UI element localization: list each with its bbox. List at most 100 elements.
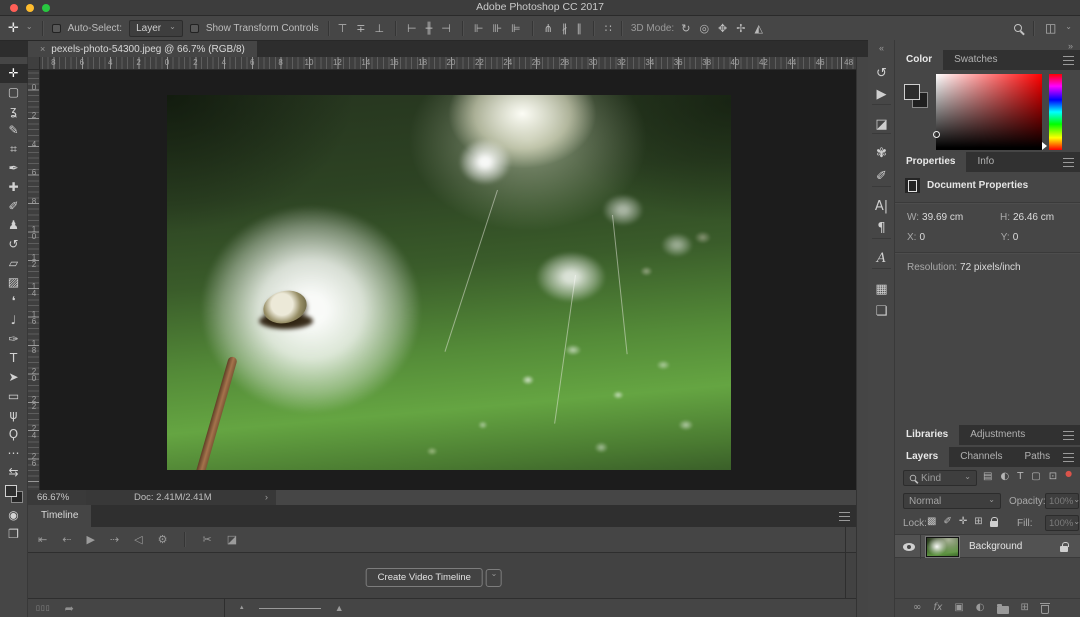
path-select-tool[interactable]: ➤ (0, 368, 28, 387)
prev-frame-icon[interactable]: ⇠ (62, 534, 71, 545)
ruler-vertical[interactable]: 024681 01 21 41 61 82 02 22 42 6 (28, 70, 40, 490)
screen-mode-icon[interactable]: ❐ (0, 525, 28, 544)
auto-select-dropdown[interactable]: Layer (129, 20, 183, 37)
distribute-spacing-icon[interactable]: ∷ (605, 23, 612, 34)
align-vertical-centers-icon[interactable]: ∓ (356, 23, 365, 34)
hue-pointer-icon[interactable] (1042, 142, 1047, 150)
align-bottom-edges-icon[interactable]: ⊥ (374, 23, 384, 34)
auto-select-checkbox[interactable] (52, 24, 61, 33)
filter-pixel-icon[interactable]: ▤ (983, 472, 992, 482)
lock-position-icon[interactable]: ✛ (959, 517, 967, 527)
eraser-tool[interactable]: ▱ (0, 254, 28, 273)
gradient-tool[interactable]: ▨ (0, 273, 28, 292)
adjustment-layer-icon[interactable]: ◐ (976, 603, 985, 613)
next-frame-icon[interactable]: ⇢ (110, 534, 119, 545)
zoom-in-timeline-icon[interactable]: ▲ (335, 603, 344, 613)
align-top-edges-icon[interactable]: ⊤ (338, 23, 348, 34)
hue-strip[interactable] (1049, 74, 1062, 150)
search-icon[interactable] (1014, 24, 1022, 32)
status-chevron-icon[interactable]: › (265, 490, 268, 505)
hand-tool[interactable]: ψ (0, 406, 28, 425)
opacity-field[interactable]: 100% (1045, 493, 1079, 509)
zoom-tool[interactable]: Ϙ (0, 425, 28, 444)
export-arrow-icon[interactable]: ➦ (65, 603, 74, 614)
spot-healing-tool[interactable]: ✚ (0, 178, 28, 197)
lock-artboard-icon[interactable]: ⊞ (974, 517, 982, 527)
brush-tool[interactable]: ✐ (0, 197, 28, 216)
filter-shape-icon[interactable]: ▢ (1031, 472, 1040, 482)
color-picker-ring[interactable] (933, 131, 940, 138)
link-layers-icon[interactable]: ∞ (913, 603, 921, 613)
filter-adjustment-icon[interactable]: ◐ (1000, 472, 1009, 482)
create-video-timeline-button[interactable]: Create Video Timeline (366, 568, 483, 587)
close-tab-icon[interactable]: × (40, 44, 45, 54)
quick-select-tool[interactable]: ✎ (0, 121, 28, 140)
tab-properties[interactable]: Properties (895, 152, 966, 172)
character-icon[interactable]: A| (868, 200, 895, 213)
align-left-edges-icon[interactable]: ⊢ (407, 23, 417, 34)
zoom-out-timeline-icon[interactable]: ▲ (239, 605, 245, 611)
glyphs-icon[interactable]: A (868, 252, 895, 265)
tool-preset-chevron-icon[interactable] (26, 23, 33, 34)
filter-smart-icon[interactable]: ⊡ (1049, 472, 1057, 482)
3d-pan-icon[interactable]: ✥ (718, 23, 727, 34)
tab-layers[interactable]: Layers (895, 447, 949, 467)
actions-icon[interactable]: ▶ (868, 88, 895, 101)
3d-slide-icon[interactable]: ✢ (736, 23, 745, 34)
new-layer-icon[interactable]: ⊞ (1021, 603, 1029, 613)
paragraph-styles-icon[interactable]: ❏ (868, 305, 895, 318)
lasso-tool[interactable]: ʓ (0, 102, 28, 121)
panel-menu-icon[interactable] (1063, 158, 1074, 167)
tab-paths[interactable]: Paths (1014, 447, 1062, 467)
canvas-area[interactable] (28, 57, 856, 490)
layer-group-icon[interactable] (997, 606, 1009, 614)
distribute-right-edges-icon[interactable]: ∥ (576, 23, 582, 34)
split-icon[interactable]: ✂ (202, 534, 211, 545)
edit-toolbar-icon[interactable]: ⋯ (0, 444, 28, 463)
panel-menu-icon[interactable] (1063, 453, 1074, 462)
filter-type-icon[interactable]: T (1017, 472, 1023, 482)
distribute-bottom-edges-icon[interactable]: ⊫ (511, 23, 521, 34)
history-brush-tool[interactable]: ↺ (0, 235, 28, 254)
layer-filter-dropdown[interactable]: Kind (903, 470, 977, 486)
align-horizontal-centers-icon[interactable]: ╫ (426, 23, 433, 34)
lock-pixels-icon[interactable]: ✐ (943, 517, 951, 527)
tab-libraries[interactable]: Libraries (895, 425, 959, 445)
distribute-vertical-centers-icon[interactable]: ⊪ (492, 23, 502, 34)
ruler-horizontal[interactable]: 8642024681012141618202224262830323436384… (40, 57, 856, 70)
3d-orbit-icon[interactable]: ↻ (681, 23, 690, 34)
3d-camera-icon[interactable]: ◭ (754, 23, 762, 34)
distribute-horizontal-centers-icon[interactable]: ∦ (562, 23, 568, 34)
zoom-window-button[interactable] (42, 4, 50, 12)
swap-colors-icon[interactable]: ⇆ (0, 463, 28, 482)
move-tool-icon[interactable]: ✛ (8, 22, 19, 35)
quick-mask-icon[interactable]: ◉ (0, 506, 28, 525)
workspace-icon[interactable]: ◫ (1045, 22, 1056, 34)
distribute-left-edges-icon[interactable]: ⋔ (544, 23, 553, 34)
tab-color[interactable]: Color (895, 50, 943, 70)
layer-thumbnail[interactable] (926, 537, 959, 557)
history-icon[interactable]: ↺ (868, 67, 895, 80)
lock-all-icon[interactable] (990, 521, 998, 527)
transition-icon[interactable]: ◪ (227, 534, 237, 545)
tab-info[interactable]: Info (966, 152, 1005, 172)
paragraph-icon[interactable]: ¶ (868, 222, 895, 235)
fill-field[interactable]: 100% (1045, 515, 1079, 531)
document-tab[interactable]: × pexels-photo-54300.jpeg @ 66.7% (RGB/8… (28, 41, 257, 57)
clone-stamp-tool[interactable]: ♟ (0, 216, 28, 235)
tab-timeline[interactable]: Timeline (28, 505, 91, 527)
zoom-level-field[interactable]: 66.67% (28, 490, 86, 505)
brush-presets-icon[interactable]: ✾ (868, 147, 895, 160)
marquee-tool[interactable]: ▢ (0, 83, 28, 102)
styles-icon[interactable]: ◪ (868, 118, 895, 131)
brush-settings-icon[interactable]: ✐ (868, 170, 895, 183)
pen-tool[interactable]: ✑ (0, 330, 28, 349)
type-tool[interactable]: T (0, 349, 28, 368)
delete-layer-icon[interactable] (1041, 605, 1049, 614)
ruler-corner[interactable] (28, 57, 40, 70)
tab-channels[interactable]: Channels (949, 447, 1013, 467)
character-styles-icon[interactable]: ▦ (868, 283, 895, 296)
timeline-type-dropdown[interactable] (486, 569, 502, 587)
panel-menu-icon[interactable] (839, 512, 850, 521)
color-swatches-icon[interactable] (4, 484, 24, 504)
